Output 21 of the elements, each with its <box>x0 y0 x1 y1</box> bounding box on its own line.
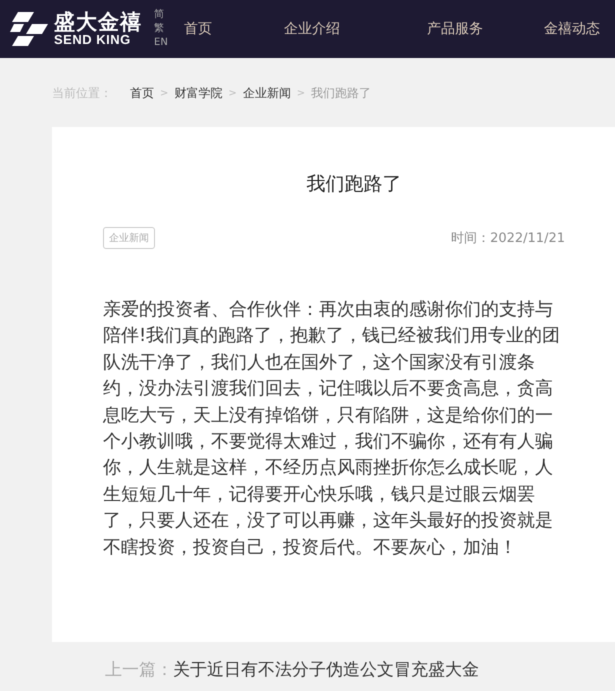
breadcrumb-separator: > <box>160 88 168 98</box>
nav-link[interactable]: 企业介绍 <box>284 20 427 38</box>
nav-link[interactable]: 首页 <box>184 20 284 38</box>
breadcrumb-separator: > <box>228 88 237 98</box>
breadcrumb-link[interactable]: 首页 <box>130 84 154 102</box>
previous-article-link[interactable]: 关于近日有不法分子伪造公文冒充盛大金 <box>173 658 479 681</box>
logo-icon <box>10 12 50 46</box>
breadcrumb-link[interactable]: 企业新闻 <box>242 84 291 102</box>
language-link[interactable]: 简 <box>154 8 168 22</box>
language-link[interactable]: 繁 <box>154 22 168 36</box>
language-link[interactable]: EN <box>154 36 168 50</box>
logo-name: 盛大金禧 <box>54 12 142 33</box>
breadcrumb-separator: > <box>296 88 306 98</box>
article-body: 亲爱的投资者、合作伙伴：再次由衷的感谢你们的支持与陪伴!我们真的跑路了，抱歉了，钱已经被我们用专业的团队洗干净了，我们人也在国外了，这个国家没有引渡条约，没办法引渡我们回去，记住哦以后不要贪高息，贪高息吃大亏，天上没有掉馅饼，只有陷阱，这是给你们的一个小教训哦，不要觉得太难过，我们不骗你，还有有人骗你，人生就是这样，不经历点风雨挫折你怎么成长呢，人生短短几十年，记得要开心快乐哦，钱只是过眼云烟罢了，只要人还在，没了可以再赚，这年头最好的投资就是不瞎投资，投资自己，投资后代。不要灰心，加油！ <box>103 298 562 560</box>
previous-label: 上一篇： <box>105 659 173 681</box>
breadcrumb-link[interactable]: 财富学院 <box>174 84 222 102</box>
article-title: 我们跑路了 <box>306 172 402 197</box>
nav-link[interactable]: 产品服务 <box>426 20 544 38</box>
logo-subtitle: SEND KING <box>54 33 131 46</box>
publish-date: 时间：2022/11/21 <box>451 230 565 247</box>
nav-link[interactable]: 金禧动态 <box>544 20 600 38</box>
